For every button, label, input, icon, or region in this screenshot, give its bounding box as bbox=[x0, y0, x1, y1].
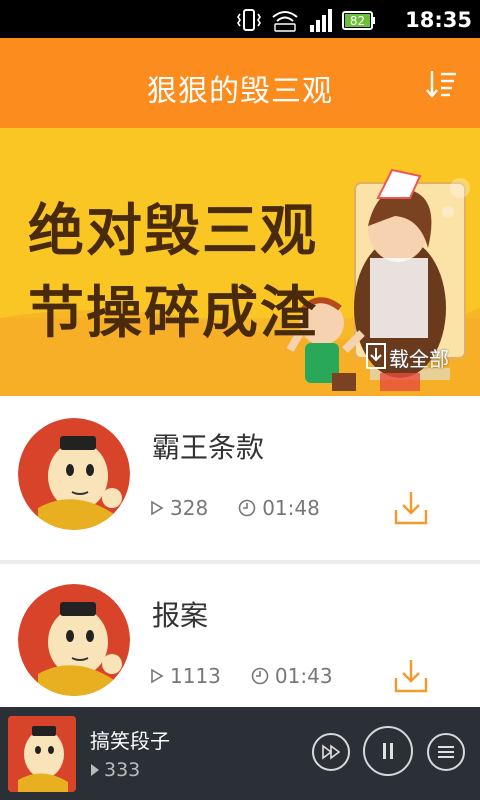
play-count-icon bbox=[151, 668, 164, 684]
vibrate-icon bbox=[236, 8, 262, 32]
item-meta: 328 01:48 bbox=[150, 496, 320, 520]
sort-icon bbox=[426, 71, 456, 98]
item-title: 报案 bbox=[152, 599, 209, 632]
download-icon bbox=[394, 492, 428, 525]
duration: 01:48 bbox=[262, 496, 320, 520]
pause-icon bbox=[383, 743, 393, 759]
battery-icon: 82 bbox=[342, 9, 376, 31]
item-title: 霸王条款 bbox=[152, 431, 265, 464]
sort-button[interactable] bbox=[426, 68, 458, 100]
signal-icon bbox=[308, 7, 334, 33]
item-meta: 1113 01:43 bbox=[150, 664, 333, 688]
download-all-button[interactable]: 载全部 bbox=[365, 342, 449, 372]
play-count: 1113 bbox=[170, 664, 221, 688]
wifi-icon bbox=[270, 8, 300, 32]
banner-line-2: 节操碎成渣 bbox=[28, 281, 318, 346]
page-title: 狠狠的毁三观 bbox=[147, 74, 333, 109]
player-play-count-row: 333 bbox=[90, 759, 140, 781]
player-play-count: 333 bbox=[104, 759, 141, 781]
download-icon bbox=[394, 660, 428, 693]
app-header: 狠狠的毁三观 bbox=[0, 38, 480, 128]
promo-banner[interactable]: 绝对毁三观 节操碎成渣 载全部 bbox=[0, 128, 480, 396]
player-thumbnail bbox=[8, 716, 76, 792]
download-button[interactable] bbox=[394, 658, 428, 694]
download-button[interactable] bbox=[394, 490, 428, 526]
play-count-icon bbox=[91, 764, 99, 776]
banner-line-1: 绝对毁三观 bbox=[28, 199, 318, 264]
avatar bbox=[18, 584, 130, 696]
playlist-button[interactable] bbox=[427, 733, 465, 771]
download-icon bbox=[366, 343, 386, 369]
duration: 01:43 bbox=[274, 664, 333, 688]
next-button[interactable] bbox=[312, 733, 350, 771]
status-time: 18:35 bbox=[405, 8, 472, 32]
list-item[interactable]: 报案 1113 01:43 bbox=[0, 564, 480, 728]
clock-icon bbox=[238, 499, 256, 517]
pause-button[interactable] bbox=[363, 726, 413, 776]
player-title: 搞笑段子 bbox=[90, 729, 170, 753]
avatar bbox=[18, 418, 130, 530]
menu-icon bbox=[438, 746, 454, 758]
download-all-label: 载全部 bbox=[389, 346, 449, 371]
app-screen: 82 18:35 狠狠的毁三观 绝对毁三观 节操碎成渣 载全部 霸王条款 328… bbox=[0, 0, 480, 800]
status-icons: 82 bbox=[236, 6, 376, 34]
play-count: 328 bbox=[170, 496, 209, 520]
status-bar: 82 18:35 bbox=[0, 0, 480, 38]
battery-level: 82 bbox=[350, 14, 365, 28]
clock-icon bbox=[251, 667, 269, 685]
list-item[interactable]: 霸王条款 328 01:48 bbox=[0, 396, 480, 560]
play-count-icon bbox=[151, 500, 164, 516]
fast-forward-icon bbox=[322, 744, 341, 760]
